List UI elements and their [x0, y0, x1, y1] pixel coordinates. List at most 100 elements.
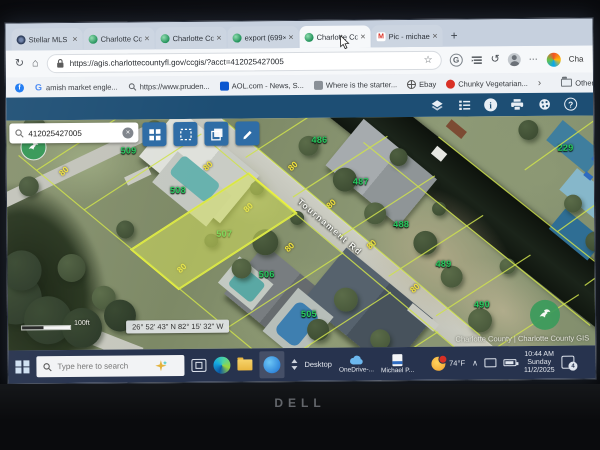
tab-charlotte-1[interactable]: Charlotte Cou ×	[83, 27, 154, 50]
gis-map-viewport[interactable]: 509 508 507 506 505 486 487 488 489 490 …	[6, 115, 595, 350]
g-extension-icon[interactable]: G	[450, 54, 463, 67]
laptop-screen: Stellar MLS × Charlotte Cou × Charlotte …	[4, 17, 596, 384]
clear-search-icon[interactable]: ×	[122, 127, 133, 138]
bookmark-label: https://www.pruden...	[140, 81, 210, 91]
google-icon: G	[34, 83, 43, 92]
tab-label: Pic - michael.p	[389, 31, 430, 40]
bookmark-star-icon[interactable]: ☆	[424, 55, 433, 66]
onedrive-item[interactable]: OneDrive-...	[339, 354, 374, 373]
lock-icon	[56, 58, 65, 69]
battery-icon[interactable]	[504, 359, 517, 366]
notification-badge: 4	[569, 362, 578, 371]
other-favorites[interactable]: Other favorites	[561, 78, 596, 88]
basemap-palette-icon[interactable]	[537, 97, 551, 111]
file-explorer-icon[interactable]	[237, 359, 252, 370]
legend-list-icon[interactable]	[457, 98, 471, 112]
parcel-lines-overlay	[6, 115, 595, 350]
copilot-icon[interactable]	[547, 52, 561, 66]
recipe-site-icon	[446, 79, 455, 88]
basemap-grid-button[interactable]	[142, 122, 166, 146]
bookmarks-overflow-chevron[interactable]: ›	[538, 77, 541, 88]
bookmark-chunky-vegetarian[interactable]: Chunky Vegetarian...	[446, 79, 528, 89]
tab-close-icon[interactable]: ×	[360, 32, 365, 41]
url-field[interactable]: https://agis.charlottecountyfl.gov/ccgis…	[47, 51, 442, 73]
profile-avatar[interactable]	[508, 53, 521, 66]
history-icon[interactable]: ↺	[491, 54, 500, 65]
scale-label: 100ft	[74, 320, 90, 327]
tab-export-image[interactable]: export (699×4 ×	[227, 26, 298, 49]
desktop-label[interactable]: Desktop	[304, 360, 332, 369]
notification-center-icon[interactable]: 4	[561, 356, 574, 369]
bookmark-ebay[interactable]: Ebay	[407, 79, 436, 88]
parcel-search-box[interactable]: ×	[9, 122, 138, 143]
task-view-button[interactable]	[191, 359, 206, 372]
time-label: 10:44 AM	[524, 350, 554, 358]
temperature-label: 74°F	[449, 359, 465, 368]
weather-widget[interactable]: 74°F	[431, 356, 465, 370]
globe-favicon-icon	[233, 33, 242, 42]
tab-close-icon[interactable]: ×	[72, 34, 77, 43]
copy-notes-button[interactable]	[204, 122, 228, 146]
tab-stellar-mls[interactable]: Stellar MLS ×	[11, 28, 82, 51]
print-icon[interactable]	[510, 98, 524, 112]
bookmark-starter[interactable]: Where is the starter...	[314, 80, 397, 90]
display-tray-icon[interactable]	[485, 358, 497, 367]
tab-label: Stellar MLS	[29, 35, 70, 44]
bookmark-label: Ebay	[419, 79, 436, 88]
gmail-favicon-icon: M	[377, 32, 386, 41]
edge-icon[interactable]	[213, 357, 230, 374]
edge-blue-icon	[263, 356, 280, 373]
globe-favicon-icon	[305, 32, 314, 41]
help-icon[interactable]: ?	[564, 98, 577, 111]
bookmark-aol[interactable]: AOL.com - News, S...	[220, 80, 304, 90]
tab-close-icon[interactable]: ×	[288, 33, 293, 42]
map-attribution: Charlotte County | Charlotte County GIS	[455, 333, 589, 343]
bookmark-label: Chunky Vegetarian...	[458, 79, 528, 89]
taskbar-search-input[interactable]	[57, 361, 149, 371]
search-icon	[42, 362, 52, 372]
tab-gmail-pic[interactable]: M Pic - michael.p ×	[371, 25, 442, 48]
document-icon	[392, 354, 402, 366]
collections-icon[interactable]	[471, 54, 483, 66]
taskbar-clock[interactable]: 10:44 AM Sunday 11/2/2025	[524, 350, 555, 374]
facebook-bookmark-icon[interactable]: f	[15, 83, 24, 92]
browser-menu-icon[interactable]: ⋯	[529, 54, 539, 65]
draw-pencil-button[interactable]	[235, 121, 259, 145]
profile-name[interactable]: Cha	[569, 55, 584, 64]
user-file-item[interactable]: Michael P...	[381, 354, 414, 374]
reload-icon[interactable]: ↻	[15, 58, 24, 69]
taskbar-search[interactable]	[36, 355, 184, 377]
tab-close-icon[interactable]: ×	[432, 31, 437, 40]
home-icon[interactable]: ⌂	[32, 58, 39, 69]
tab-charlotte-2[interactable]: Charlotte Cou ×	[155, 27, 226, 50]
select-area-button[interactable]	[173, 122, 197, 146]
tab-label: export (699×4	[245, 33, 286, 42]
info-icon[interactable]: i	[484, 98, 497, 111]
tab-close-icon[interactable]: ×	[144, 34, 149, 43]
active-browser-tile[interactable]	[259, 351, 284, 378]
windows-taskbar: Desktop OneDrive-... Michael P... 74°F ∧…	[8, 345, 595, 383]
search-highlights-sparkle-icon	[154, 359, 167, 372]
dell-logo: DELL	[274, 396, 325, 450]
weather-sun-icon	[431, 356, 445, 370]
new-tab-button[interactable]: +	[451, 30, 458, 42]
layers-icon[interactable]	[430, 98, 444, 112]
tab-label: Charlotte Cou	[317, 32, 358, 41]
tray-expand-chevron[interactable]: ∧	[472, 358, 478, 367]
bookmark-label: amish market engle...	[46, 82, 118, 92]
mouse-cursor	[340, 36, 350, 50]
onedrive-label: OneDrive-...	[339, 366, 374, 373]
url-text: https://agis.charlottecountyfl.gov/ccgis…	[70, 56, 419, 68]
scale-bar	[22, 326, 70, 329]
bookmark-prudential[interactable]: https://www.pruden...	[128, 81, 210, 91]
bookmark-label: Other favorites	[575, 78, 596, 87]
photo-background: Stellar MLS × Charlotte Cou × Charlotte …	[0, 0, 600, 450]
tab-charlotte-active[interactable]: Charlotte Cou ×	[299, 25, 370, 48]
taskbar-scroll-chevrons[interactable]	[291, 359, 297, 370]
browser-tab-strip: Stellar MLS × Charlotte Cou × Charlotte …	[5, 18, 592, 50]
tab-close-icon[interactable]: ×	[216, 33, 221, 42]
bookmark-amish-market[interactable]: G amish market engle...	[34, 82, 118, 92]
start-button[interactable]	[15, 360, 29, 374]
page-icon	[314, 80, 323, 89]
parcel-search-input[interactable]	[28, 128, 110, 138]
